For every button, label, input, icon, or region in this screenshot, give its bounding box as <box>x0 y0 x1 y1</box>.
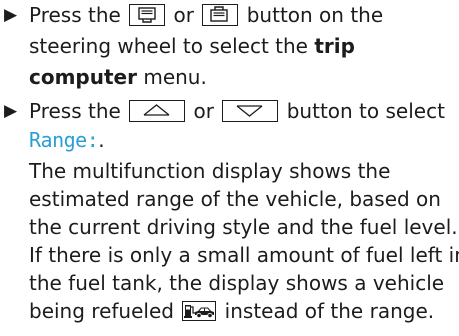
arrow-up-icon <box>143 103 170 116</box>
step2-text-instead: instead of the range. <box>224 299 435 323</box>
step1-text-or: or <box>173 3 195 27</box>
step2-line1: Press the or button to select <box>29 96 445 127</box>
arrow-up-button <box>129 99 186 122</box>
description-line-last: being refueled instead of the range. <box>29 296 434 327</box>
step1-bold-trip: trip <box>314 34 355 58</box>
display-page-left-icon <box>138 6 156 23</box>
step1-line2: steering wheel to select the trip <box>29 31 355 62</box>
step-bullet: ▶ <box>4 5 18 25</box>
step2-text-or: or <box>193 99 215 123</box>
description-line: estimated range of the vehicle, based on <box>29 187 441 211</box>
description-line: If there is only a small amount of fuel … <box>29 243 459 267</box>
description-line: The multifunction display shows the <box>29 159 391 183</box>
vehicle-refuel-icon <box>182 300 217 321</box>
step2-text-to-select: button to select <box>286 99 445 123</box>
step2-text-being-refueled: being refueled <box>29 299 174 323</box>
step2-period: . <box>98 128 105 152</box>
step1-line1: Press the or button on the <box>29 0 383 31</box>
description-line: the fuel tank, the display shows a vehic… <box>29 271 445 295</box>
instruction-page: ▶ Press the or button on the steering wh… <box>0 0 459 336</box>
step1-text-button-on: button on the <box>246 3 384 27</box>
display-page-right-icon <box>210 5 229 22</box>
step1-text-steering: steering wheel to select the <box>29 34 308 58</box>
display-page-right-button <box>202 3 239 26</box>
step-bullet: ▶ <box>4 101 18 121</box>
step1-text-press: Press the <box>29 3 121 27</box>
display-text-range: Range: <box>29 128 99 152</box>
step2-text-press: Press the <box>29 99 121 123</box>
step1-line3: computer menu. <box>29 62 207 93</box>
display-page-left-button <box>129 3 166 26</box>
description-line: the current driving style and the fuel l… <box>29 215 458 239</box>
step1-text-menu: menu. <box>143 65 207 89</box>
arrow-down-button <box>222 99 279 122</box>
step2-line2: Range:. <box>29 125 105 156</box>
arrow-down-icon <box>236 104 263 117</box>
step1-bold-computer: computer <box>29 65 137 89</box>
